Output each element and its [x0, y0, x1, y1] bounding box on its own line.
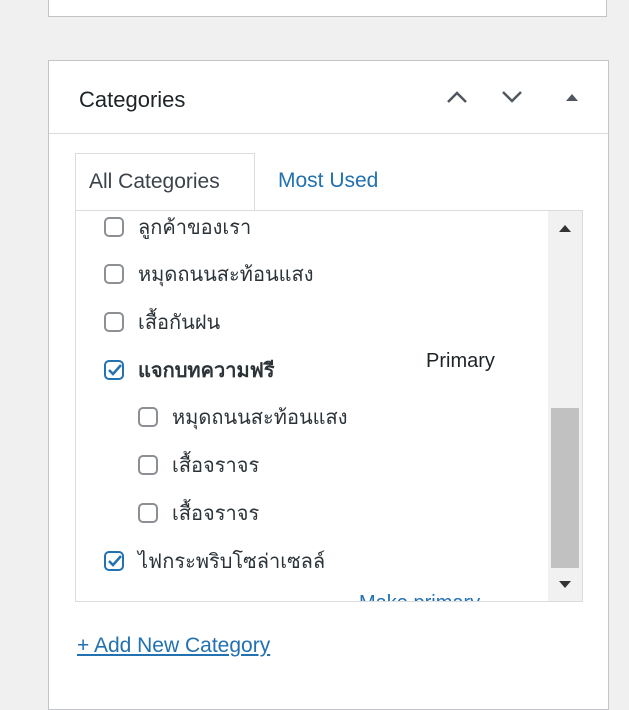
- scroll-up-button[interactable]: [548, 211, 582, 245]
- scroll-down-button[interactable]: [548, 567, 582, 601]
- previous-panel: [48, 0, 607, 17]
- category-label: หมุดถนนสะท้อนแสง: [138, 264, 314, 286]
- checkmark-icon: [108, 555, 122, 567]
- scrollbar[interactable]: [548, 211, 582, 601]
- panel-title: Categories: [79, 87, 186, 112]
- category-row[interactable]: ไฟกระพริบโซล่าเซลล์: [104, 546, 325, 576]
- category-label: เสื้อจราจร: [172, 455, 260, 477]
- category-label: ไฟกระพริบโซล่าเซลล์: [138, 551, 326, 573]
- toggle-panel-button[interactable]: [554, 79, 590, 115]
- tab-most-used[interactable]: Most Used: [278, 169, 378, 193]
- category-row[interactable]: ลูกค้าของเรา: [104, 212, 251, 242]
- category-checkbox[interactable]: [138, 503, 158, 523]
- category-label: เสื้อกันฝน: [138, 312, 221, 334]
- category-row[interactable]: เสื้อจราจร: [138, 498, 259, 528]
- category-checkbox[interactable]: [104, 217, 124, 237]
- triangle-down-icon: [559, 580, 571, 588]
- category-label: หมุดถนนสะท้อนแสง: [172, 407, 348, 429]
- categories-panel: Categories All Categories Most Used ลูกค…: [48, 60, 609, 710]
- scrollbar-thumb[interactable]: [551, 408, 579, 568]
- category-row[interactable]: แจกบทความฟรี: [104, 355, 275, 385]
- add-new-category-link[interactable]: + Add New Category: [77, 634, 270, 658]
- category-checkbox[interactable]: [138, 407, 158, 427]
- tab-all-categories[interactable]: All Categories: [75, 153, 255, 211]
- category-row[interactable]: เสื้อกันฝน: [104, 307, 220, 337]
- panel-header: Categories: [49, 61, 608, 134]
- category-row[interactable]: หมุดถนนสะท้อนแสง: [138, 402, 348, 432]
- move-up-button[interactable]: [439, 79, 475, 115]
- move-down-button[interactable]: [494, 79, 530, 115]
- category-label: ลูกค้าของเรา: [138, 217, 252, 239]
- triangle-up-icon: [559, 224, 571, 232]
- category-checkbox[interactable]: [138, 455, 158, 475]
- category-checkbox[interactable]: [104, 551, 124, 571]
- category-checklist: ลูกค้าของเรา หมุดถนนสะท้อนแสง เสื้อกันฝน…: [75, 210, 583, 602]
- chevron-down-icon: [502, 91, 522, 103]
- category-row[interactable]: หมุดถนนสะท้อนแสง: [104, 259, 314, 289]
- category-checkbox[interactable]: [104, 312, 124, 332]
- primary-label: Primary: [426, 350, 495, 372]
- category-label: เสื้อจราจร: [172, 503, 260, 525]
- triangle-up-icon: [566, 94, 578, 101]
- category-label: แจกบทความฟรี: [138, 360, 275, 382]
- category-checkbox[interactable]: [104, 264, 124, 284]
- make-primary-link[interactable]: Make primary: [359, 592, 480, 601]
- checkmark-icon: [108, 364, 122, 376]
- category-checkbox[interactable]: [104, 360, 124, 380]
- category-tabs: All Categories Most Used: [75, 153, 585, 211]
- chevron-up-icon: [447, 91, 467, 103]
- category-row[interactable]: เสื้อจราจร: [138, 450, 259, 480]
